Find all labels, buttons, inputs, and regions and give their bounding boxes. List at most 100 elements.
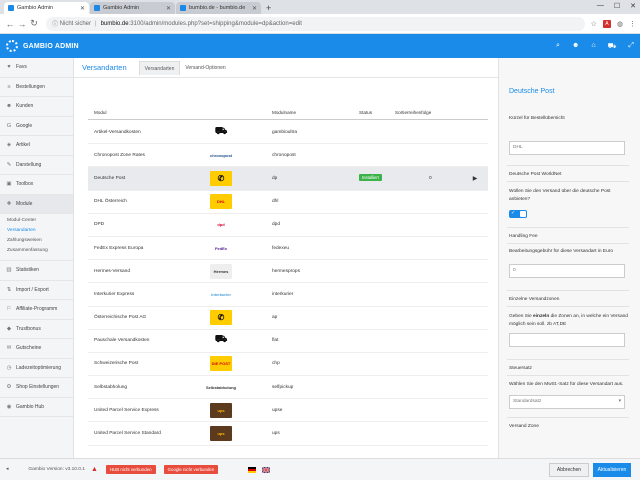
module-code: ups [272, 431, 280, 437]
table-row[interactable]: United Parcel Service Standard ups ups [88, 422, 488, 446]
caret-right-icon[interactable]: ▶ [465, 175, 485, 182]
sidebar-item-bestellungen[interactable]: ≡ Bestellungen [0, 78, 73, 97]
fullscreen-icon[interactable]: ⤢ [628, 42, 634, 51]
submenu-item[interactable]: Modul-Center [7, 216, 73, 226]
sidebar-item-artikel[interactable]: ◈ Artikel [0, 136, 73, 156]
german-flag-icon[interactable] [248, 466, 257, 473]
table-row[interactable]: Schweizerische Post DIE POST chp [88, 353, 488, 377]
collapse-sidebar-icon[interactable]: ◂ [6, 467, 8, 472]
column-sortierreihenfolge[interactable]: Sortierreihenfolge [395, 110, 465, 115]
extensions: ☆ A ◍ ⋮ [591, 19, 636, 28]
sidebar-item-label: Darstellung [16, 161, 42, 168]
users-icon: ☻ [6, 103, 12, 110]
column-status[interactable]: Status [359, 110, 395, 115]
table-row[interactable]: Chronopost Zone Rates chronopost chronopos… [88, 144, 488, 168]
sidebar-item-shop-einstellungen[interactable]: ⚙ Shop Einstellungen [0, 378, 73, 398]
browser-tab-1[interactable]: Gambio Admin ✕ [4, 2, 89, 14]
reload-icon[interactable]: ↻ [28, 18, 40, 29]
module-code: flat [272, 338, 279, 344]
warning-icon[interactable]: ▲ [91, 466, 98, 473]
user-icon[interactable]: ☻ [572, 42, 579, 51]
module-logo-cell: ups [210, 402, 272, 418]
sidebar-item-label: Module [16, 200, 33, 207]
table-row[interactable]: Artikel-Versandkosten ⛟ gambioultra [88, 121, 488, 145]
search-icon[interactable]: ⌕ [556, 42, 560, 51]
brand-title: GAMBIO ADMIN [23, 42, 79, 50]
browser-tab-3[interactable]: bumbio.de - bumbio.de ✕ [176, 2, 261, 14]
hub-status-badge[interactable]: HUB nicht verbunden [105, 465, 156, 474]
table-row[interactable]: DPD dpd dpd [88, 214, 488, 237]
worldnet-toggle[interactable]: ✓ [509, 210, 527, 218]
zones-text: Geben Sie einzeln die Zonen an, in welch… [499, 313, 640, 329]
module-title: Österreichische Post AG [94, 315, 147, 321]
url-path: :3100/admin/modules.php?set=shipping&mod… [128, 20, 302, 27]
tax-select[interactable]: Standardsatz ▾ [509, 395, 625, 409]
extension-shield-icon[interactable]: ◍ [617, 20, 623, 28]
new-tab-icon[interactable]: + [266, 2, 271, 14]
kuerzel-input[interactable]: DHL [509, 141, 625, 155]
sidebar-item-module[interactable]: ✚ Module [0, 194, 73, 214]
table-row[interactable]: Österreichische Post AG ✆ ap [88, 307, 488, 330]
tab-versandarten[interactable]: Versandarten [138, 60, 181, 75]
column-modulname[interactable]: Modulname [272, 110, 359, 115]
sidebar-item-toolbox[interactable]: ▣ Toolbox [0, 175, 73, 195]
table-row[interactable]: Hermes-Versand Hermes hermesprops [88, 260, 488, 284]
minimize-icon[interactable]: — [597, 2, 604, 10]
close-icon[interactable]: ✕ [252, 5, 257, 12]
sidebar-item-statistiken[interactable]: ▥ Statistiken [0, 261, 73, 281]
zones-text-pre: Geben Sie [509, 314, 534, 319]
close-icon[interactable]: ✕ [166, 5, 171, 12]
submenu-item[interactable]: Zusammenfassung [7, 246, 73, 256]
sidebar-item-favs[interactable]: ♥ Favs [0, 58, 73, 78]
module-logo-cell: DHL [210, 194, 272, 210]
submenu-item[interactable]: Versandarten [7, 226, 73, 236]
submenu-item[interactable]: Zahlungsweisen [7, 236, 73, 246]
storefront-icon[interactable]: ⌂ [591, 42, 595, 51]
sidebar-item-import-export[interactable]: ⇅ Import / Export [0, 281, 73, 300]
forward-icon[interactable]: → [16, 19, 28, 29]
table-row[interactable]: DHL Österreich DHL dhl [88, 191, 488, 214]
column-modul[interactable]: Modul [88, 110, 210, 115]
sidebar-item-trustbonus[interactable]: ◆ Trustbonus [0, 320, 73, 339]
browser-tab-2[interactable]: Gambio Admin ✕ [90, 2, 175, 14]
close-icon[interactable]: ✕ [80, 5, 85, 12]
gambio-favicon-icon [8, 5, 14, 11]
cart-icon: ≡ [7, 83, 11, 90]
table-row[interactable]: Interkurier Express interkurier interkurie… [88, 283, 488, 307]
sidebar-item-google[interactable]: G Google [0, 117, 73, 136]
table-row[interactable]: Selbstabholung Selbstabholung selfpickup [88, 376, 488, 400]
module-code: dpd [272, 222, 281, 228]
sidebar-item-gambio-hub[interactable]: ◉ Gambio Hub [0, 398, 73, 417]
sidebar-item-affiliate-programm[interactable]: ⚐ Affiliate-Programm [0, 300, 73, 320]
star-icon[interactable]: ☆ [591, 20, 597, 28]
logo-text: chronopost [210, 152, 232, 158]
english-flag-icon[interactable] [262, 466, 271, 473]
cancel-button[interactable]: Abbrechen [549, 463, 589, 477]
sidebar-item-gutscheine[interactable]: ✉ Gutscheine [0, 339, 73, 359]
gambio-logo-icon[interactable] [6, 40, 18, 52]
zones-input[interactable] [509, 333, 625, 347]
table-row[interactable]: FedEx Express Europa FedEx fedexeu [88, 237, 488, 261]
sidebar-submenu-module: Modul-Center Versandarten Zahlungsweisen Zu… [0, 214, 73, 261]
table-row[interactable]: Pauschale Versandkosten ⛟ flat [88, 330, 488, 353]
tab-versand-optionen[interactable]: Versand-Optionen [180, 61, 230, 75]
menu-icon[interactable]: ⋮ [629, 20, 636, 28]
logo-text: DHL [216, 199, 226, 205]
back-icon[interactable]: ← [4, 19, 16, 29]
module-logo-cell: ⛟ [210, 333, 272, 349]
handling-input[interactable]: 0 [509, 264, 625, 278]
sidebar-item-kunden[interactable]: ☻ Kunden [0, 97, 73, 117]
save-button[interactable]: Aktualisieren [593, 463, 631, 477]
module-code: hermesprops [272, 268, 300, 274]
sidebar-item-ladezeitoptimierung[interactable]: ◷ Ladezeitoptimierung [0, 359, 73, 378]
google-status-badge[interactable]: Google nicht verbunden [163, 465, 219, 474]
sidebar-item-darstellung[interactable]: ✎ Darstellung [0, 156, 73, 175]
status-badge: Installiert [359, 174, 382, 182]
cart-icon[interactable]: ⛟ [608, 42, 617, 51]
table-row[interactable]: United Parcel Service Express ups upse [88, 399, 488, 423]
table-row[interactable]: Deutsche Post ✆ dp Installiert 0 ▶ [88, 167, 488, 191]
maximize-icon[interactable]: ☐ [614, 2, 620, 10]
url-input[interactable]: ⓘ Nicht sicher | bumbio.de :3100/admin/m… [46, 16, 585, 31]
extension-a-icon[interactable]: A [602, 19, 611, 28]
window-close-icon[interactable]: ✕ [630, 2, 636, 10]
